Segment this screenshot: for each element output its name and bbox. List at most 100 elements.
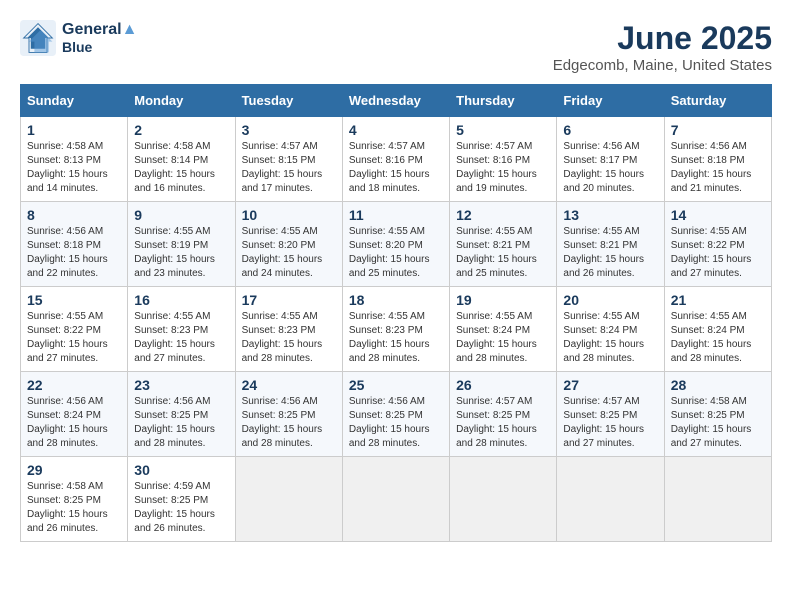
day-info: Sunrise: 4:55 AMSunset: 8:20 PMDaylight:…	[349, 225, 443, 281]
calendar-cell: 17 Sunrise: 4:55 AMSunset: 8:23 PMDayligh…	[235, 287, 342, 372]
calendar-cell	[342, 457, 449, 542]
day-info: Sunrise: 4:58 AMSunset: 8:13 PMDaylight:…	[27, 140, 121, 196]
day-info: Sunrise: 4:59 AMSunset: 8:25 PMDaylight:…	[134, 480, 228, 536]
day-number: 7	[671, 122, 765, 138]
calendar-cell: 3 Sunrise: 4:57 AMSunset: 8:15 PMDaylight…	[235, 117, 342, 202]
calendar-cell: 2 Sunrise: 4:58 AMSunset: 8:14 PMDaylight…	[128, 117, 235, 202]
day-info: Sunrise: 4:55 AMSunset: 8:19 PMDaylight:…	[134, 225, 228, 281]
logo-text: General▲ Blue	[62, 20, 137, 56]
day-info: Sunrise: 4:56 AMSunset: 8:17 PMDaylight:…	[563, 140, 657, 196]
calendar-cell: 14 Sunrise: 4:55 AMSunset: 8:22 PMDayligh…	[664, 202, 771, 287]
calendar-header-row: SundayMondayTuesdayWednesdayThursdayFrid…	[21, 85, 772, 117]
header-wednesday: Wednesday	[342, 85, 449, 117]
day-number: 18	[349, 292, 443, 308]
calendar-cell: 20Sunrise: 4:55 AMSunset: 8:24 PMDayligh…	[557, 287, 664, 372]
day-number: 23	[134, 377, 228, 393]
calendar-cell: 15 Sunrise: 4:55 AMSunset: 8:22 PMDayligh…	[21, 287, 128, 372]
day-number: 12	[456, 207, 550, 223]
main-title: June 2025	[553, 20, 772, 57]
day-info: Sunrise: 4:58 AMSunset: 8:25 PMDaylight:…	[27, 480, 121, 536]
day-number: 4	[349, 122, 443, 138]
calendar-table: SundayMondayTuesdayWednesdayThursdayFrid…	[20, 84, 772, 542]
calendar-cell: 23 Sunrise: 4:56 AMSunset: 8:25 PMDayligh…	[128, 372, 235, 457]
day-info: Sunrise: 4:55 AMSunset: 8:24 PMDaylight:…	[671, 310, 765, 366]
calendar-cell: 27 Sunrise: 4:57 AMSunset: 8:25 PMDayligh…	[557, 372, 664, 457]
calendar-cell: 18 Sunrise: 4:55 AMSunset: 8:23 PMDayligh…	[342, 287, 449, 372]
day-number: 9	[134, 207, 228, 223]
page-header: General▲ Blue June 2025 Edgecomb, Maine,…	[20, 20, 772, 74]
calendar-cell: 16 Sunrise: 4:55 AMSunset: 8:23 PMDayligh…	[128, 287, 235, 372]
day-number: 15	[27, 292, 121, 308]
day-number: 3	[242, 122, 336, 138]
calendar-cell: 24 Sunrise: 4:56 AMSunset: 8:25 PMDayligh…	[235, 372, 342, 457]
day-number: 20	[563, 292, 657, 308]
calendar-week-row: 29 Sunrise: 4:58 AMSunset: 8:25 PMDayligh…	[21, 457, 772, 542]
day-info: Sunrise: 4:57 AMSunset: 8:16 PMDaylight:…	[349, 140, 443, 196]
header-saturday: Saturday	[664, 85, 771, 117]
header-thursday: Thursday	[450, 85, 557, 117]
header-friday: Friday	[557, 85, 664, 117]
calendar-cell: 12 Sunrise: 4:55 AMSunset: 8:21 PMDayligh…	[450, 202, 557, 287]
day-info: Sunrise: 4:57 AMSunset: 8:25 PMDaylight:…	[563, 395, 657, 451]
day-number: 17	[242, 292, 336, 308]
header-tuesday: Tuesday	[235, 85, 342, 117]
day-info: Sunrise: 4:55 AMSunset: 8:23 PMDaylight:…	[242, 310, 336, 366]
day-info: Sunrise: 4:57 AMSunset: 8:25 PMDaylight:…	[456, 395, 550, 451]
calendar-cell: 22 Sunrise: 4:56 AMSunset: 8:24 PMDayligh…	[21, 372, 128, 457]
day-info: Sunrise: 4:57 AMSunset: 8:15 PMDaylight:…	[242, 140, 336, 196]
day-number: 19	[456, 292, 550, 308]
day-info: Sunrise: 4:56 AMSunset: 8:24 PMDaylight:…	[27, 395, 121, 451]
calendar-cell	[450, 457, 557, 542]
calendar-cell: 10Sunrise: 4:55 AMSunset: 8:20 PMDayligh…	[235, 202, 342, 287]
calendar-cell: 30 Sunrise: 4:59 AMSunset: 8:25 PMDayligh…	[128, 457, 235, 542]
day-number: 24	[242, 377, 336, 393]
day-number: 10	[242, 207, 336, 223]
day-info: Sunrise: 4:56 AMSunset: 8:25 PMDaylight:…	[242, 395, 336, 451]
calendar-cell: 19 Sunrise: 4:55 AMSunset: 8:24 PMDayligh…	[450, 287, 557, 372]
day-number: 2	[134, 122, 228, 138]
calendar-week-row: 22 Sunrise: 4:56 AMSunset: 8:24 PMDayligh…	[21, 372, 772, 457]
day-number: 27	[563, 377, 657, 393]
calendar-week-row: 8 Sunrise: 4:56 AMSunset: 8:18 PMDaylight…	[21, 202, 772, 287]
day-info: Sunrise: 4:55 AMSunset: 8:24 PMDaylight:…	[456, 310, 550, 366]
day-number: 22	[27, 377, 121, 393]
calendar-cell: 25Sunrise: 4:56 AMSunset: 8:25 PMDayligh…	[342, 372, 449, 457]
day-info: Sunrise: 4:56 AMSunset: 8:25 PMDaylight:…	[134, 395, 228, 451]
day-number: 29	[27, 462, 121, 478]
day-number: 6	[563, 122, 657, 138]
day-number: 16	[134, 292, 228, 308]
title-block: June 2025 Edgecomb, Maine, United States	[553, 20, 772, 74]
calendar-cell: 4 Sunrise: 4:57 AMSunset: 8:16 PMDaylight…	[342, 117, 449, 202]
calendar-week-row: 1Sunrise: 4:58 AMSunset: 8:13 PMDaylight…	[21, 117, 772, 202]
calendar-cell: 11 Sunrise: 4:55 AMSunset: 8:20 PMDayligh…	[342, 202, 449, 287]
day-info: Sunrise: 4:55 AMSunset: 8:22 PMDaylight:…	[27, 310, 121, 366]
day-info: Sunrise: 4:58 AMSunset: 8:14 PMDaylight:…	[134, 140, 228, 196]
header-sunday: Sunday	[21, 85, 128, 117]
day-info: Sunrise: 4:55 AMSunset: 8:21 PMDaylight:…	[456, 225, 550, 281]
calendar-week-row: 15 Sunrise: 4:55 AMSunset: 8:22 PMDayligh…	[21, 287, 772, 372]
day-number: 26	[456, 377, 550, 393]
calendar-cell: 9 Sunrise: 4:55 AMSunset: 8:19 PMDaylight…	[128, 202, 235, 287]
day-number: 25	[349, 377, 443, 393]
day-info: Sunrise: 4:55 AMSunset: 8:23 PMDaylight:…	[349, 310, 443, 366]
calendar-cell: 28Sunrise: 4:58 AMSunset: 8:25 PMDayligh…	[664, 372, 771, 457]
day-number: 8	[27, 207, 121, 223]
day-number: 5	[456, 122, 550, 138]
subtitle: Edgecomb, Maine, United States	[553, 57, 772, 74]
day-number: 14	[671, 207, 765, 223]
day-info: Sunrise: 4:56 AMSunset: 8:18 PMDaylight:…	[27, 225, 121, 281]
day-number: 11	[349, 207, 443, 223]
day-info: Sunrise: 4:55 AMSunset: 8:23 PMDaylight:…	[134, 310, 228, 366]
day-info: Sunrise: 4:57 AMSunset: 8:16 PMDaylight:…	[456, 140, 550, 196]
day-number: 30	[134, 462, 228, 478]
calendar-cell: 6 Sunrise: 4:56 AMSunset: 8:17 PMDaylight…	[557, 117, 664, 202]
day-number: 13	[563, 207, 657, 223]
calendar-cell	[664, 457, 771, 542]
day-info: Sunrise: 4:55 AMSunset: 8:22 PMDaylight:…	[671, 225, 765, 281]
logo: General▲ Blue	[20, 20, 137, 56]
day-info: Sunrise: 4:56 AMSunset: 8:18 PMDaylight:…	[671, 140, 765, 196]
calendar-cell: 13Sunrise: 4:55 AMSunset: 8:21 PMDayligh…	[557, 202, 664, 287]
day-info: Sunrise: 4:58 AMSunset: 8:25 PMDaylight:…	[671, 395, 765, 451]
calendar-cell: 29 Sunrise: 4:58 AMSunset: 8:25 PMDayligh…	[21, 457, 128, 542]
calendar-cell: 21Sunrise: 4:55 AMSunset: 8:24 PMDayligh…	[664, 287, 771, 372]
